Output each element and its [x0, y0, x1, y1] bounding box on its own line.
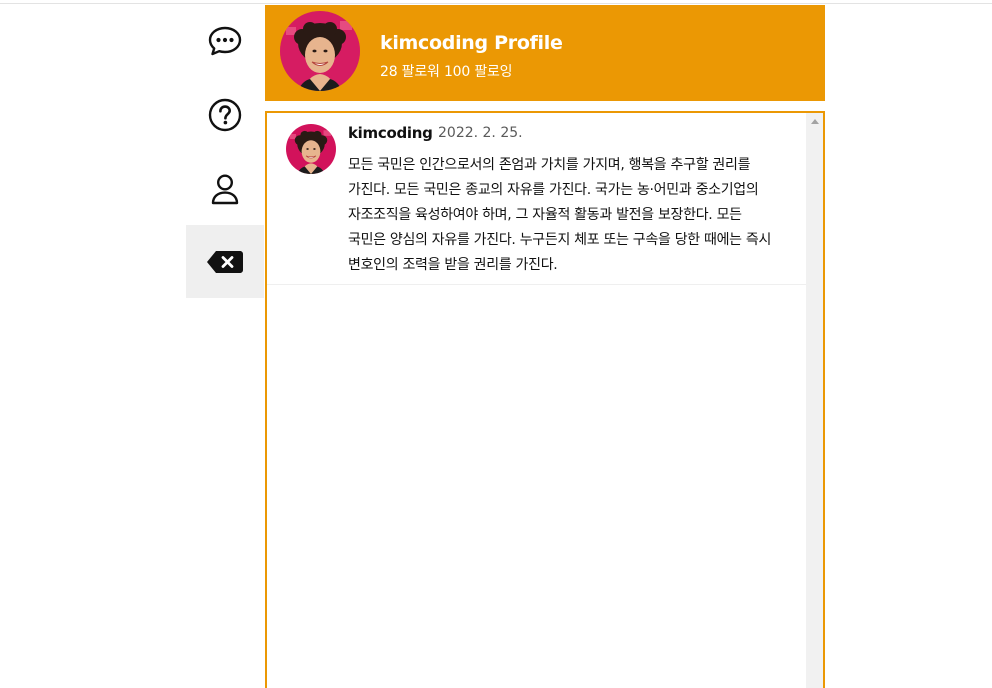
sidebar-item-tweets[interactable] — [186, 4, 264, 77]
tweet-avatar — [286, 124, 336, 174]
sidebar-item-about[interactable] — [186, 78, 264, 151]
chat-bubble-icon — [208, 26, 242, 55]
tweet-username: kimcoding — [348, 124, 433, 142]
user-icon — [211, 173, 239, 204]
backspace-icon — [207, 250, 243, 273]
sidebar-item-mypage[interactable] — [186, 152, 264, 225]
profile-header: kimcoding Profile 28 팔로워 100 팔로잉 — [265, 5, 825, 101]
profile-follow-stats: 28 팔로워 100 팔로잉 — [380, 64, 513, 80]
tweet-list: kimcoding 2022. 2. 25. 모든 국민은 인간으로서의 존엄과… — [265, 111, 825, 688]
scrollbar[interactable] — [806, 113, 823, 688]
top-divider — [0, 3, 992, 4]
profile-title: kimcoding Profile — [380, 32, 563, 54]
tweet-item: kimcoding 2022. 2. 25. 모든 국민은 인간으로서의 존엄과… — [267, 113, 806, 285]
question-circle-icon — [208, 98, 242, 131]
sidebar-item-back[interactable] — [186, 225, 264, 298]
profile-avatar — [280, 11, 360, 91]
scroll-up-arrow-icon[interactable] — [811, 119, 819, 124]
tweet-date: 2022. 2. 25. — [438, 125, 523, 141]
tweet-content: 모든 국민은 인간으로서의 존엄과 가치를 가지며, 행복을 추구할 권리를 가… — [348, 157, 772, 273]
sidebar — [186, 4, 264, 682]
